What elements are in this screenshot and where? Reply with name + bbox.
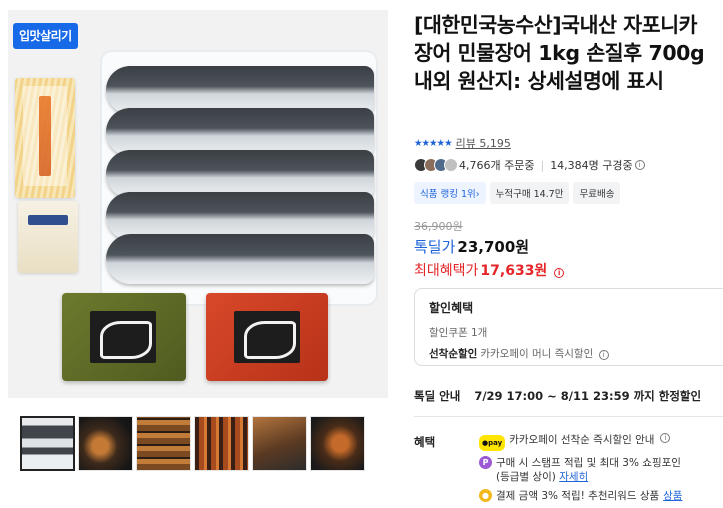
tag-cumulative: 누적구매 14.7만 <box>489 182 570 204</box>
eel-tray <box>102 52 376 304</box>
reward-product-link[interactable]: 상품 <box>663 489 682 503</box>
thumbnail-5[interactable] <box>252 416 307 471</box>
tag-ranking[interactable]: 식품 랭킹 1위› <box>414 182 486 204</box>
details-link[interactable]: 자세히 <box>559 471 588 483</box>
rating-row: ★★★★★ 리뷰 5,195 <box>414 135 511 151</box>
benefit-item-reward: ● 결제 금액 3% 적립! 추천리워드 상품 상품 <box>479 489 723 503</box>
thumbnail-4[interactable] <box>194 416 249 471</box>
instant-discount-line: 선착순할인 카카오페이 머니 즉시할인 i <box>429 346 719 361</box>
benefits-label: 혜택 <box>414 435 436 449</box>
benefit-item-point: P 구매 시 스탬프 적립 및 최대 3% 쇼핑포인 (등급별 상이) 자세히 <box>479 456 723 484</box>
benefit-item-text: 구매 시 스탬프 적립 및 최대 3% 쇼핑포인 <box>496 457 681 469</box>
sauce-pack-red <box>206 293 328 381</box>
max-benefit-row: 최대혜택가 17,633원 i <box>414 260 565 280</box>
thumbnail-2[interactable] <box>78 416 133 471</box>
thumbnail-strip <box>20 416 365 471</box>
product-main-image[interactable]: 입맛살리기 <box>8 10 388 398</box>
thumbnail-3[interactable] <box>136 416 191 471</box>
kakaopay-icon: ●pay <box>479 435 506 451</box>
sauce-pack-green <box>62 293 186 381</box>
info-icon[interactable]: i <box>660 433 671 443</box>
benefit-item-subtext: (등급별 상이) <box>496 471 556 483</box>
social-proof-row: 4,766개 주문중 | 14,384명 구경중 i <box>414 157 645 173</box>
deal-info-label: 톡딜 안내 <box>414 389 461 403</box>
point-icon: P <box>479 456 492 469</box>
salt-package <box>18 201 78 273</box>
deal-info-row: 톡딜 안내 7/29 17:00 ~ 8/11 23:59 까지 한정할인 <box>414 388 701 404</box>
info-icon[interactable]: i <box>598 350 609 360</box>
deal-info-period: 7/29 17:00 ~ 8/11 23:59 까지 한정할인 <box>474 389 702 403</box>
benefits-list: ●pay 카카오페이 선착순 즉시할인 안내 i P 구매 시 스탬프 적립 및… <box>479 433 723 508</box>
buyer-avatars <box>414 158 458 172</box>
benefit-item-kakaopay: ●pay 카카오페이 선착순 즉시할인 안내 i <box>479 433 723 451</box>
coin-icon: ● <box>479 489 492 502</box>
deal-price: 23,700원 <box>457 238 530 256</box>
product-tags: 식품 랭킹 1위› 누적구매 14.7만 무료배송 <box>414 182 621 204</box>
viewer-count: 14,384명 구경중 <box>550 159 633 172</box>
original-price: 36,900원 <box>414 220 463 233</box>
reviews-link[interactable]: 리뷰 5,195 <box>456 135 511 151</box>
brand-badge: 입맛살리기 <box>13 23 78 49</box>
discount-benefit-box: 할인혜택 할인쿠폰 1개 선착순할인 카카오페이 머니 즉시할인 i <box>414 288 723 366</box>
info-icon[interactable]: i <box>634 160 645 170</box>
rating-stars: ★★★★★ <box>414 137 453 149</box>
order-count: 4,766개 주문중 <box>459 159 535 172</box>
benefit-item-text: 카카오페이 선착순 즉시할인 안내 <box>509 434 655 446</box>
tag-free-shipping: 무료배송 <box>573 182 621 204</box>
benefit-item-text: 결제 금액 3% 적립! 추천리워드 상품 <box>496 490 660 502</box>
deal-price-row: 톡딜가 23,700원 <box>414 236 529 257</box>
benefit-box-title: 할인혜택 <box>429 301 474 315</box>
info-icon[interactable]: i <box>554 268 565 278</box>
deal-price-label: 톡딜가 <box>414 238 456 256</box>
max-benefit-price: 17,633원 <box>480 263 548 279</box>
divider-line <box>414 416 723 417</box>
max-benefit-label: 최대혜택가 <box>414 263 479 279</box>
thumbnail-6[interactable] <box>310 416 365 471</box>
divider: | <box>540 158 545 172</box>
kakaopay-discount-text: 카카오페이 머니 즉시할인 <box>480 348 594 360</box>
first-come-label: 선착순할인 <box>429 348 478 360</box>
product-title: [대한민국농수산]국내산 자포니카 장어 민물장어 1kg 손질후 700g내외… <box>414 13 705 93</box>
pickled-ginger-package <box>15 78 75 198</box>
thumbnail-1[interactable] <box>20 416 75 471</box>
coupon-line: 할인쿠폰 1개 <box>429 327 488 339</box>
